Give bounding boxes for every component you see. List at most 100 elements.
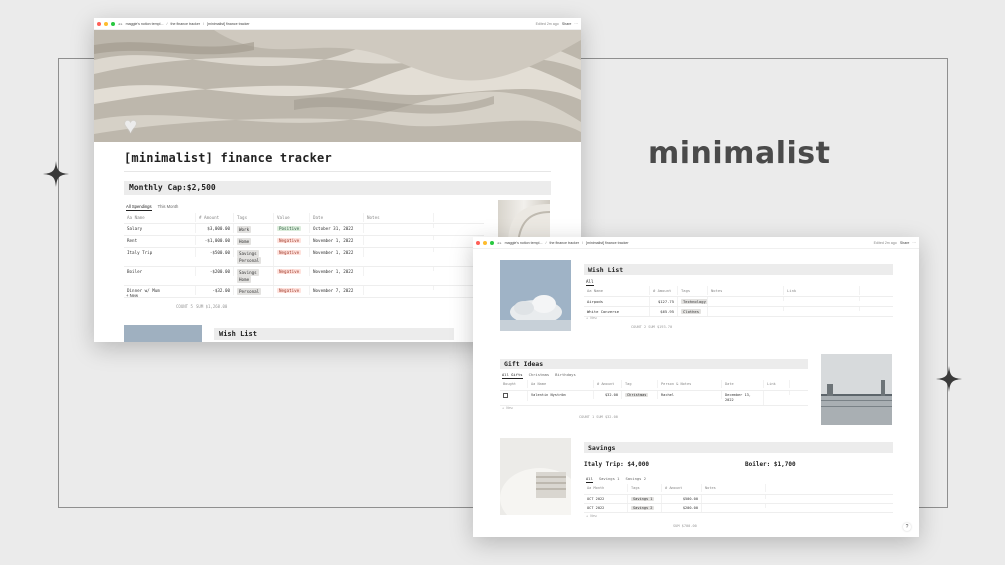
cell-tag[interactable]: Savings 1 <box>628 495 662 503</box>
column-header[interactable]: Date <box>310 213 364 222</box>
column-header[interactable]: Date <box>722 380 764 388</box>
column-header[interactable]: Aa Name <box>584 286 650 295</box>
tab-savings-2[interactable]: Savings 2 <box>625 476 646 483</box>
column-header[interactable]: Notes <box>364 213 434 222</box>
bought-checkbox[interactable] <box>503 393 508 398</box>
cell-name[interactable]: Valentin Nyström <box>528 391 594 399</box>
cell-name[interactable]: Italy Trip <box>124 248 196 257</box>
column-header[interactable]: Tag <box>622 380 658 388</box>
cell-tag[interactable]: Technology <box>678 297 708 306</box>
breadcrumb-item[interactable]: maggie's notion templ... <box>126 22 164 26</box>
tab-birthdays[interactable]: Birthdays <box>555 372 576 379</box>
column-header[interactable]: Tags <box>628 484 662 492</box>
cell-date[interactable]: December 13, 2022 <box>722 391 764 405</box>
cell-tags[interactable]: Personal <box>234 286 274 297</box>
tab-all-gifts[interactable]: All Gifts <box>502 372 523 379</box>
column-header[interactable]: Person & Notes <box>658 380 722 388</box>
table-row[interactable]: Salary $3,000.00 Work Positive October 31, 2… <box>124 224 484 236</box>
column-header[interactable]: # Amount <box>594 380 622 388</box>
cell-name[interactable]: Airpods <box>584 297 650 306</box>
more-icon[interactable]: ⋯ <box>574 22 578 26</box>
back-arrow-icon[interactable]: ◂ ▸ <box>118 22 123 26</box>
column-header[interactable]: Aa Name <box>528 380 594 388</box>
cell-tag[interactable]: Christmas <box>622 391 658 399</box>
cell-date[interactable]: November 1, 2022 <box>310 248 364 257</box>
help-button[interactable]: ? <box>903 523 911 531</box>
column-header[interactable]: Link <box>764 380 790 388</box>
new-row-button[interactable]: + New <box>502 406 513 410</box>
table-row[interactable]: Dinner w/ Mum -$32.00 Personal Negative Nove… <box>124 286 484 298</box>
cell-tags[interactable]: Work <box>234 224 274 235</box>
column-header[interactable]: Tags <box>234 213 274 222</box>
column-header[interactable]: Link <box>784 286 860 295</box>
cell-name[interactable]: Boiler <box>124 267 196 276</box>
cell-value[interactable]: Negative <box>274 267 310 276</box>
maximize-window-icon[interactable] <box>490 240 494 245</box>
breadcrumb-item[interactable]: maggie's notion templ... <box>505 241 543 245</box>
tab-christmas[interactable]: Christmas <box>529 372 550 379</box>
share-button[interactable]: Share <box>900 241 910 245</box>
new-row-button[interactable]: + New <box>586 316 597 320</box>
breadcrumb-item[interactable]: the finance tracker <box>549 241 579 245</box>
breadcrumb-item[interactable]: the finance tracker <box>170 22 200 26</box>
close-window-icon[interactable] <box>476 240 480 245</box>
table-row[interactable]: Airpods $127.75 Technology <box>584 297 893 307</box>
cell-tags[interactable]: Home <box>234 236 274 247</box>
maximize-window-icon[interactable] <box>111 21 115 26</box>
column-header[interactable]: Notes <box>708 286 784 295</box>
table-row[interactable]: Boiler -$200.00 Savings Home Negative Novembe… <box>124 267 484 286</box>
cell-date[interactable]: November 1, 2022 <box>310 267 364 276</box>
column-header[interactable]: Aa Month <box>584 484 628 492</box>
table-row[interactable]: OCT 2022 Savings 1 $500.00 <box>584 495 893 504</box>
cell-name[interactable]: Rent <box>124 236 196 245</box>
cell-notes[interactable] <box>364 286 434 290</box>
cell-notes[interactable] <box>708 297 784 301</box>
table-row[interactable]: Italy Trip -$500.00 Savings Personal Negativ… <box>124 248 484 267</box>
share-button[interactable]: Share <box>562 22 572 26</box>
new-row-button[interactable]: + New <box>586 514 597 518</box>
column-header[interactable]: Notes <box>702 484 766 492</box>
table-row[interactable]: OCT 2022 Savings 2 $200.00 <box>584 504 893 513</box>
cell-date[interactable]: November 1, 2022 <box>310 236 364 245</box>
cell-tag[interactable]: Savings 2 <box>628 504 662 512</box>
cell-value[interactable]: Positive <box>274 224 310 233</box>
cell-link[interactable] <box>764 391 790 395</box>
cell-link[interactable] <box>784 297 860 301</box>
cell-month[interactable]: OCT 2022 <box>584 504 628 512</box>
cell-value[interactable]: Negative <box>274 248 310 257</box>
cell-month[interactable]: OCT 2022 <box>584 495 628 503</box>
tab-all[interactable]: All <box>586 279 594 286</box>
table-row[interactable]: Rent -$1,000.00 Home Negative November 1, 20… <box>124 236 484 248</box>
cell-notes[interactable] <box>364 236 434 240</box>
minimize-window-icon[interactable] <box>483 240 487 245</box>
close-window-icon[interactable] <box>97 21 101 26</box>
cell-value[interactable]: Negative <box>274 286 310 295</box>
column-header[interactable]: # Amount <box>662 484 702 492</box>
column-header[interactable]: Value <box>274 213 310 222</box>
cell-name[interactable]: White Converse <box>584 307 650 316</box>
tab-all-spendings[interactable]: All Spendings <box>126 204 152 211</box>
minimize-window-icon[interactable] <box>104 21 108 26</box>
cell-bought[interactable] <box>500 391 528 401</box>
cell-notes[interactable] <box>364 267 434 271</box>
cell-notes[interactable] <box>708 307 784 311</box>
more-icon[interactable]: ⋯ <box>912 241 916 245</box>
cell-tags[interactable]: Savings Personal <box>234 248 274 266</box>
column-header[interactable]: # Amount <box>650 286 678 295</box>
tab-this-month[interactable]: This Month <box>158 204 179 211</box>
cell-tag[interactable]: Clothes <box>678 307 708 316</box>
column-header[interactable]: Tags <box>678 286 708 295</box>
breadcrumb-item[interactable]: [minimalist] finance tracker <box>586 241 629 245</box>
tab-savings-1[interactable]: Savings 1 <box>599 476 620 483</box>
cell-name[interactable]: Salary <box>124 224 196 233</box>
cell-date[interactable]: October 31, 2022 <box>310 224 364 233</box>
column-header[interactable]: Aa Name <box>124 213 196 222</box>
cell-value[interactable]: Negative <box>274 236 310 245</box>
table-row[interactable]: Valentin Nyström $32.00 Christmas Rachel Dec… <box>500 391 808 406</box>
cell-link[interactable] <box>784 307 860 311</box>
column-header[interactable]: Bought <box>500 380 528 388</box>
cell-notes[interactable] <box>364 224 434 228</box>
back-arrow-icon[interactable]: ◂ ▸ <box>497 241 502 245</box>
cell-notes[interactable] <box>364 248 434 252</box>
cell-notes[interactable] <box>702 495 766 499</box>
